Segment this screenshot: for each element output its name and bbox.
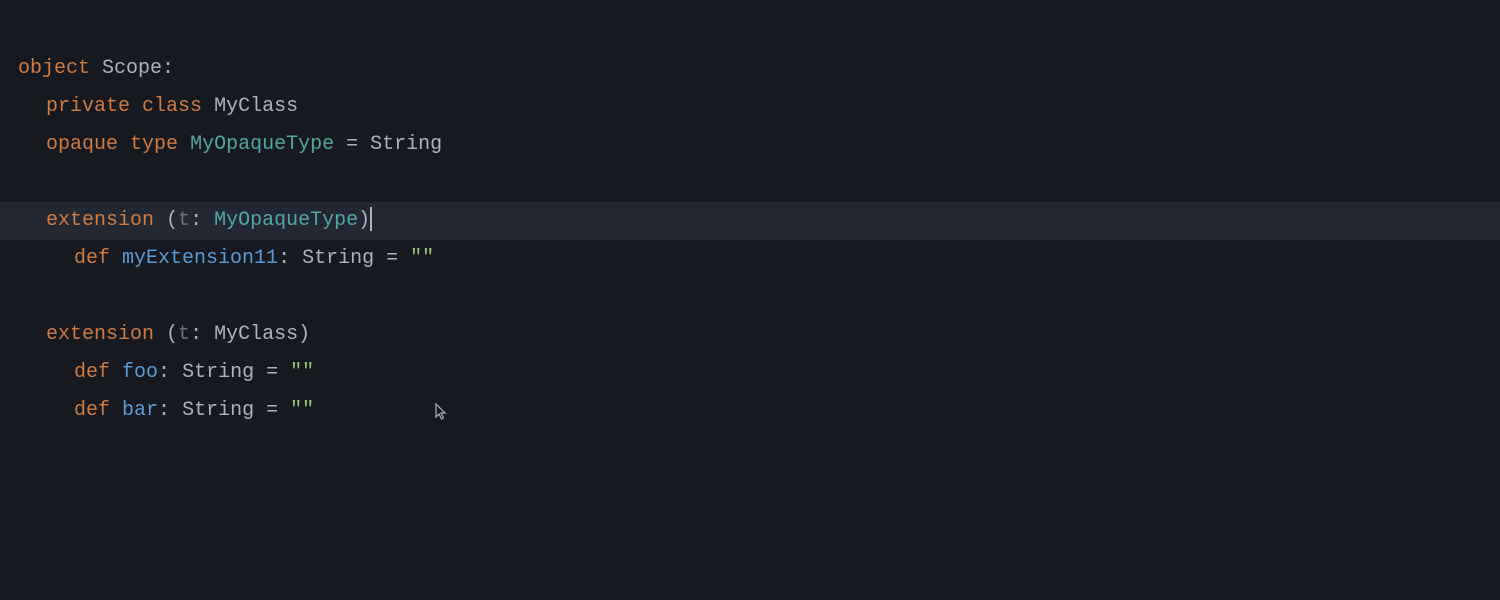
method-foo: foo bbox=[122, 361, 158, 384]
keyword-object: object bbox=[18, 57, 90, 80]
type-string: String bbox=[182, 399, 254, 422]
keyword-extension: extension bbox=[46, 323, 154, 346]
rparen: ) bbox=[358, 209, 370, 232]
code-editor[interactable]: object Scope: private class MyClass opaq… bbox=[0, 0, 1500, 430]
colon: : bbox=[158, 361, 182, 384]
text-cursor bbox=[370, 207, 372, 231]
string-literal: "" bbox=[410, 247, 434, 270]
string-literal: "" bbox=[290, 361, 314, 384]
keyword-private: private bbox=[46, 95, 130, 118]
method-myextension11: myExtension11 bbox=[122, 247, 278, 270]
colon: : bbox=[158, 399, 182, 422]
code-line[interactable]: opaque type MyOpaqueType = String bbox=[0, 126, 1500, 164]
lparen: ( bbox=[154, 323, 178, 346]
type-myopaquetype: MyOpaqueType bbox=[190, 133, 334, 156]
colon: : bbox=[278, 247, 302, 270]
method-bar: bar bbox=[122, 399, 158, 422]
code-line[interactable]: private class MyClass bbox=[0, 88, 1500, 126]
identifier-scope: Scope bbox=[102, 57, 162, 80]
keyword-def: def bbox=[74, 399, 110, 422]
equals: = bbox=[254, 361, 290, 384]
keyword-class: class bbox=[142, 95, 202, 118]
lparen: ( bbox=[154, 209, 178, 232]
param-t: t bbox=[178, 323, 190, 346]
code-line-blank[interactable] bbox=[0, 278, 1500, 316]
colon: : bbox=[190, 323, 214, 346]
code-line[interactable]: object Scope: bbox=[0, 50, 1500, 88]
keyword-opaque: opaque bbox=[46, 133, 118, 156]
colon: : bbox=[162, 57, 174, 80]
code-line[interactable]: def bar: String = "" bbox=[0, 392, 1500, 430]
type-myclass: MyClass bbox=[214, 323, 298, 346]
code-line-blank[interactable] bbox=[0, 164, 1500, 202]
code-line[interactable]: def myExtension11: String = "" bbox=[0, 240, 1500, 278]
string-literal: "" bbox=[290, 399, 314, 422]
colon: : bbox=[190, 209, 214, 232]
equals: = bbox=[254, 399, 290, 422]
code-line-active[interactable]: extension (t: MyOpaqueType) bbox=[0, 202, 1500, 240]
type-string: String bbox=[182, 361, 254, 384]
code-line[interactable]: extension (t: MyClass) bbox=[0, 316, 1500, 354]
keyword-type: type bbox=[130, 133, 178, 156]
rparen: ) bbox=[298, 323, 310, 346]
equals: = bbox=[374, 247, 410, 270]
identifier-myclass: MyClass bbox=[214, 95, 298, 118]
keyword-def: def bbox=[74, 361, 110, 384]
type-string: String bbox=[370, 133, 442, 156]
type-string: String bbox=[302, 247, 374, 270]
param-t: t bbox=[178, 209, 190, 232]
keyword-extension: extension bbox=[46, 209, 154, 232]
type-myopaquetype: MyOpaqueType bbox=[214, 209, 358, 232]
code-line[interactable]: def foo: String = "" bbox=[0, 354, 1500, 392]
equals: = bbox=[334, 133, 370, 156]
keyword-def: def bbox=[74, 247, 110, 270]
